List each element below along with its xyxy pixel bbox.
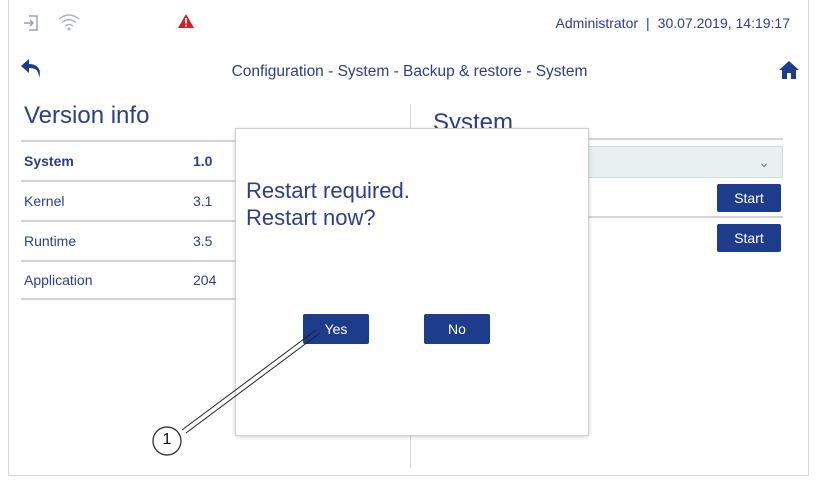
- yes-button[interactable]: Yes: [303, 314, 369, 344]
- breadcrumb: Configuration - System - Backup & restor…: [231, 63, 588, 80]
- start-button[interactable]: Start: [717, 184, 781, 212]
- alarm-icon[interactable]: [177, 13, 195, 34]
- login-icon[interactable]: [23, 14, 39, 37]
- info-key: System: [24, 153, 74, 169]
- dialog-message-line1: Restart required.: [246, 178, 410, 203]
- restart-dialog: Restart required. Restart now? Yes No: [235, 128, 589, 436]
- callout-number: 1: [162, 431, 172, 448]
- separator: |: [646, 15, 650, 31]
- wifi-icon: [57, 12, 81, 37]
- user-name[interactable]: Administrator: [556, 15, 638, 31]
- info-key: Runtime: [24, 233, 77, 249]
- start-button[interactable]: Start: [717, 224, 781, 252]
- chevron-down-icon: ⌄: [758, 154, 770, 170]
- status-bar: Administrator | 30.07.2019, 14:19:17: [9, 0, 810, 46]
- datetime: 30.07.2019, 14:19:17: [657, 15, 790, 31]
- no-button[interactable]: No: [424, 314, 490, 344]
- nav-bar: Configuration - System - Backup & restor…: [9, 50, 810, 94]
- info-key: Kernel: [24, 193, 65, 209]
- info-key: Application: [24, 272, 93, 288]
- home-icon[interactable]: [778, 60, 800, 85]
- dialog-message-line2: Restart now?: [246, 205, 376, 230]
- device-screen: Administrator | 30.07.2019, 14:19:17 Confi…: [8, 0, 809, 476]
- user-info: Administrator | 30.07.2019, 14:19:17: [556, 15, 790, 31]
- dialog-message: Restart required. Restart now?: [246, 177, 410, 231]
